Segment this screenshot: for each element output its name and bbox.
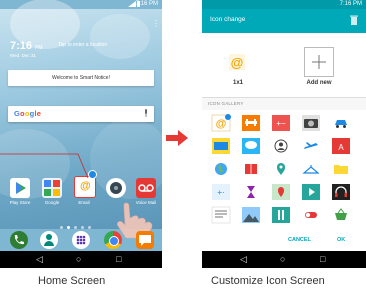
gallery-shop-icon[interactable] <box>330 206 352 224</box>
home-clock-time: 7:16 <box>10 40 33 52</box>
gallery-location-icon[interactable] <box>270 160 292 178</box>
icon-change-title: Icon change <box>210 16 246 23</box>
current-icon-area: @ 1x1 Add new <box>202 33 366 97</box>
svg-text:+−: +− <box>276 119 286 128</box>
google-search-bar[interactable]: Google <box>8 106 154 122</box>
gallery-document-icon[interactable]: A <box>330 137 352 155</box>
svg-text:A: A <box>338 143 344 152</box>
page-indicator <box>60 216 104 229</box>
gallery-map-icon[interactable] <box>270 183 292 201</box>
plus-icon <box>312 55 326 69</box>
transition-arrow-icon <box>166 130 188 146</box>
home-status-time: 7:16 PM <box>135 1 158 7</box>
gallery-earth-icon[interactable] <box>210 160 232 178</box>
gallery-car-icon[interactable] <box>330 114 352 132</box>
camera-icon <box>106 178 126 198</box>
home-clock-ampm: PM <box>35 45 43 51</box>
gallery-contacts-icon[interactable] <box>270 137 292 155</box>
gallery-flight-icon[interactable] <box>300 137 322 155</box>
home-screen-caption: Home Screen <box>38 275 106 287</box>
svg-text:@: @ <box>216 118 227 130</box>
gallery-hourglass-icon[interactable] <box>240 183 262 201</box>
gallery-camera-icon[interactable] <box>300 114 322 132</box>
trash-icon[interactable] <box>350 15 358 25</box>
email-icon: @ <box>229 54 245 70</box>
customize-status-time: 7:16 PM <box>339 1 362 7</box>
gallery-tools-icon[interactable] <box>270 206 292 224</box>
gallery-hanger-icon[interactable] <box>300 160 322 178</box>
gallery-play-icon[interactable] <box>300 183 322 201</box>
app-camera[interactable] <box>106 178 126 198</box>
gallery-book-icon[interactable] <box>240 160 262 178</box>
gallery-folder-icon[interactable] <box>330 160 352 178</box>
back-icon[interactable]: ◁ <box>36 254 43 265</box>
ok-button[interactable]: OK <box>337 237 345 243</box>
gallery-calculator-icon[interactable]: +− <box>270 114 292 132</box>
phone-icon[interactable] <box>10 231 28 249</box>
messaging-icon[interactable] <box>136 231 154 249</box>
app-label-email: Email <box>78 200 90 205</box>
gallery-headset-icon[interactable] <box>330 183 352 201</box>
customize-nav-bar: ◁ ○ □ <box>202 251 366 268</box>
back-icon[interactable]: ◁ <box>240 254 247 265</box>
home-dock <box>0 229 162 251</box>
home-clock[interactable]: 7:16 PM <box>10 40 43 52</box>
gallery-chat-icon[interactable] <box>240 137 262 155</box>
contacts-icon[interactable] <box>40 231 58 249</box>
google-logo: Google <box>14 109 42 118</box>
gallery-exercise-icon[interactable] <box>240 114 262 132</box>
customize-screen-caption: Customize Icon Screen <box>211 275 325 287</box>
add-new-label: Add new <box>306 80 332 86</box>
recents-icon[interactable]: □ <box>320 254 325 264</box>
home-icon[interactable]: ○ <box>280 254 285 264</box>
gallery-game-icon[interactable]: +· <box>210 183 232 201</box>
recents-icon[interactable]: □ <box>116 254 121 264</box>
customize-status-bar: 7:16 PM <box>202 0 366 9</box>
mic-icon[interactable] <box>144 109 148 117</box>
gallery-email-icon[interactable]: @ <box>210 114 232 132</box>
current-icon-label: 1x1 <box>232 80 243 86</box>
app-label-play-store: Play Store <box>9 200 31 205</box>
location-prompt[interactable]: Tap to enter a location <box>58 42 107 48</box>
app-label-google: Google <box>44 200 60 205</box>
home-screen-phone: 7:16 PM ⋮ 7:16 PM Wed. Dec 31 Tap to ent… <box>0 0 162 268</box>
customize-icon-phone: 7:16 PM Icon change @ 1x1 Add new ICON G… <box>202 0 366 268</box>
home-icon[interactable]: ○ <box>76 254 81 264</box>
gallery-photo-icon[interactable] <box>240 206 262 224</box>
smart-notice-card[interactable]: Welcome to Smart Notice! <box>8 70 154 86</box>
gallery-toggle-icon[interactable] <box>300 206 322 224</box>
icon-change-header: Icon change <box>202 9 366 33</box>
gallery-card-icon[interactable] <box>210 137 232 155</box>
current-icon-preview[interactable]: @ <box>224 49 250 75</box>
svg-text:+·: +· <box>217 188 224 197</box>
icon-gallery-header: ICON GALLERY <box>202 97 366 111</box>
app-voicemail[interactable] <box>136 178 156 198</box>
chrome-icon[interactable] <box>104 231 122 249</box>
home-date: Wed. Dec 31 <box>10 53 36 58</box>
voicemail-icon <box>136 178 156 198</box>
cancel-button[interactable]: CANCEL <box>288 237 311 243</box>
add-new-button[interactable] <box>304 47 334 77</box>
dialog-actions: CANCEL OK <box>202 228 366 251</box>
apps-icon[interactable] <box>72 231 90 249</box>
callout-line <box>0 153 89 179</box>
icon-gallery-title: ICON GALLERY <box>208 101 244 106</box>
gallery-news-icon[interactable] <box>210 206 232 224</box>
overflow-menu-icon[interactable]: ⋮ <box>152 20 160 32</box>
home-status-bar: 7:16 PM <box>0 0 162 9</box>
home-nav-bar: ◁ ○ □ <box>0 251 162 268</box>
icon-gallery-grid: @ +− A +· <box>202 110 366 228</box>
svg-text:@: @ <box>231 55 244 70</box>
